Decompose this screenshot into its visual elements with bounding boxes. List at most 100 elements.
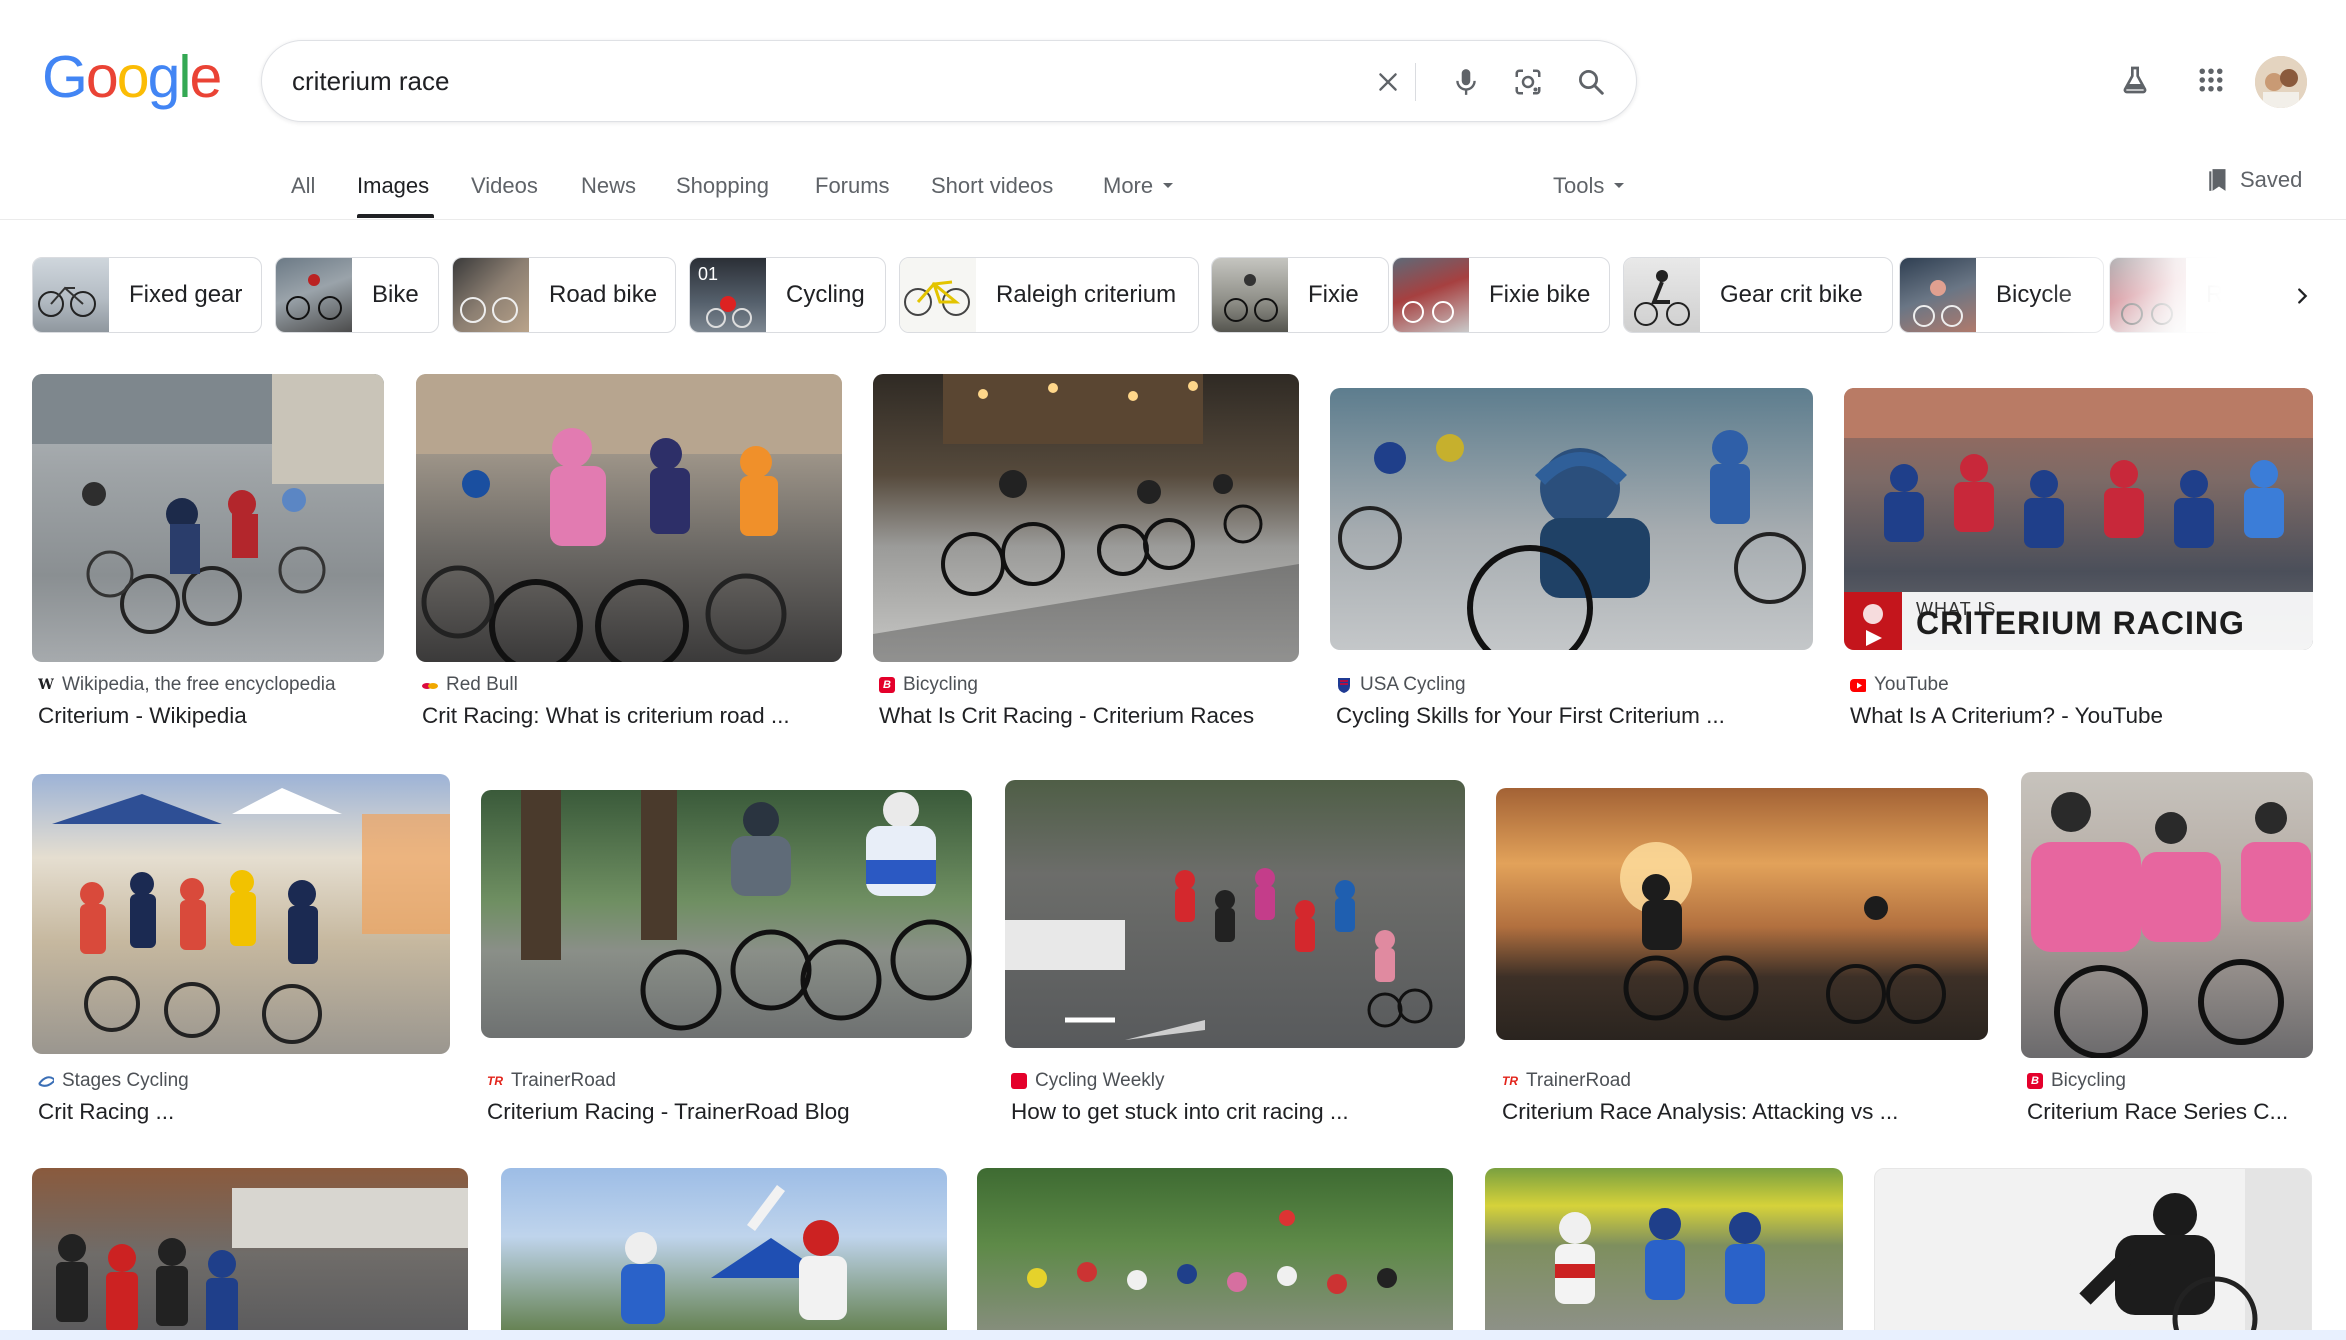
image-result[interactable] bbox=[1485, 1168, 1843, 1340]
image-result[interactable]: USA Cycling Cycling Skills for Your Firs… bbox=[1330, 374, 1813, 734]
chip-label: Fixie bike bbox=[1489, 281, 1591, 308]
bookmark-icon bbox=[2209, 169, 2226, 191]
tab-news[interactable]: News bbox=[581, 170, 636, 202]
source-name: Wikipedia, the free encyclopedia bbox=[62, 674, 336, 695]
chip-raleigh-criterium[interactable]: Raleigh criterium bbox=[899, 257, 1199, 333]
chip-thumbnail bbox=[1624, 258, 1700, 332]
image-result[interactable]: Cycling Weekly How to get stuck into cri… bbox=[1005, 772, 1465, 1134]
image-result[interactable] bbox=[1874, 1168, 2312, 1340]
image-result[interactable] bbox=[501, 1168, 947, 1340]
result-title[interactable]: Criterium - Wikipedia bbox=[38, 703, 384, 729]
result-image bbox=[32, 374, 384, 662]
result-title[interactable]: How to get stuck into crit racing ... bbox=[1011, 1099, 1465, 1125]
chip-label: Fixed gear bbox=[129, 281, 243, 308]
tab-short-videos[interactable]: Short videos bbox=[931, 170, 1053, 202]
result-image bbox=[1874, 1168, 2312, 1340]
google-logo[interactable]: Google bbox=[42, 44, 223, 110]
svg-text:01: 01 bbox=[698, 264, 718, 284]
chip-bicycle[interactable]: Bicycle bbox=[1899, 257, 2104, 333]
result-source: Cycling Weekly bbox=[1011, 1070, 1165, 1092]
logo-letter: l bbox=[178, 44, 191, 110]
logo-letter: g bbox=[147, 44, 181, 110]
logo-letter: e bbox=[189, 44, 223, 110]
image-result[interactable]: TR TrainerRoad Criterium Race Analysis: … bbox=[1496, 772, 1988, 1134]
tools-button[interactable]: Tools bbox=[1553, 170, 1625, 202]
chip-cycling[interactable]: 01 Cycling bbox=[689, 257, 886, 333]
tab-all[interactable]: All bbox=[291, 170, 315, 202]
source-name: USA Cycling bbox=[1360, 674, 1466, 695]
bicycling-favicon-icon: B bbox=[2027, 1073, 2043, 1089]
result-source: TR TrainerRoad bbox=[1502, 1070, 1631, 1092]
result-title[interactable]: Criterium Race Series C... bbox=[2027, 1099, 2307, 1125]
saved-label: Saved bbox=[2240, 167, 2303, 192]
image-result[interactable]: Stages Cycling Crit Racing ... bbox=[32, 772, 450, 1134]
source-name: Stages Cycling bbox=[62, 1070, 189, 1091]
image-result[interactable]: B Bicycling What Is Crit Racing - Criter… bbox=[873, 374, 1299, 734]
result-source: Stages Cycling bbox=[38, 1070, 189, 1092]
result-title[interactable]: What Is A Criterium? - YouTube bbox=[1850, 703, 2313, 729]
chip-road-racing[interactable]: Road r bbox=[2109, 257, 2309, 333]
chevron-down-icon bbox=[1614, 182, 1625, 188]
result-image: WHAT IS... CRITERIUM RACING bbox=[1844, 388, 2313, 650]
search-icon[interactable] bbox=[1570, 61, 1612, 103]
result-image bbox=[416, 374, 842, 662]
image-result[interactable]: B Bicycling Criterium Race Series C... bbox=[2021, 772, 2313, 1134]
result-image bbox=[32, 774, 450, 1054]
chip-thumbnail bbox=[1393, 258, 1469, 332]
apps-grid-icon[interactable] bbox=[2189, 58, 2233, 102]
avatar[interactable] bbox=[2255, 56, 2307, 108]
chip-thumbnail bbox=[453, 258, 529, 332]
chip-thumbnail bbox=[1900, 258, 1976, 332]
chip-gear-crit-bike[interactable]: Gear crit bike bbox=[1623, 257, 1893, 333]
tab-videos[interactable]: Videos bbox=[471, 170, 538, 202]
tab-forums[interactable]: Forums bbox=[815, 170, 890, 202]
chip-thumbnail bbox=[276, 258, 352, 332]
chip-road-bike[interactable]: Road bike bbox=[452, 257, 676, 333]
image-result[interactable]: W Wikipedia, the free encyclopedia Crite… bbox=[32, 374, 384, 734]
logo-letter: o bbox=[116, 44, 150, 110]
flask-icon[interactable] bbox=[2113, 58, 2157, 102]
result-title[interactable]: Criterium Race Analysis: Attacking vs ..… bbox=[1502, 1099, 1988, 1125]
search-input[interactable] bbox=[292, 59, 1292, 103]
result-title[interactable]: What Is Crit Racing - Criterium Races bbox=[879, 703, 1299, 729]
chevron-down-icon bbox=[1163, 182, 1174, 188]
result-image bbox=[1005, 780, 1465, 1048]
result-source: YouTube bbox=[1850, 674, 1949, 696]
close-icon[interactable] bbox=[1367, 61, 1409, 103]
result-image bbox=[501, 1168, 947, 1340]
result-image bbox=[977, 1168, 1453, 1340]
chevron-right-icon[interactable] bbox=[2286, 280, 2318, 312]
tab-more[interactable]: More bbox=[1103, 170, 1174, 202]
image-result[interactable] bbox=[32, 1168, 468, 1340]
result-source: W Wikipedia, the free encyclopedia bbox=[38, 674, 336, 696]
header-divider bbox=[0, 219, 2346, 220]
image-result[interactable]: Red Bull Crit Racing: What is criterium … bbox=[416, 374, 842, 734]
chip-fixie[interactable]: Fixie bbox=[1211, 257, 1389, 333]
result-image bbox=[481, 790, 972, 1038]
image-result[interactable]: TR TrainerRoad Criterium Racing - Traine… bbox=[481, 772, 972, 1134]
tab-images[interactable]: Images bbox=[357, 170, 429, 202]
wikipedia-favicon-icon: W bbox=[38, 677, 54, 693]
result-title[interactable]: Crit Racing: What is criterium road ... bbox=[422, 703, 842, 729]
chip-fixie-bike[interactable]: Fixie bike bbox=[1392, 257, 1610, 333]
lens-icon[interactable] bbox=[1507, 61, 1549, 103]
result-title[interactable]: Cycling Skills for Your First Criterium … bbox=[1336, 703, 1813, 729]
mic-icon[interactable] bbox=[1445, 61, 1487, 103]
image-result[interactable] bbox=[977, 1168, 1453, 1340]
chip-bike[interactable]: Bike bbox=[275, 257, 439, 333]
chip-label: Raleigh criterium bbox=[996, 281, 1177, 308]
saved-button[interactable]: Saved bbox=[2208, 164, 2302, 196]
search-bar bbox=[261, 40, 1637, 122]
source-name: TrainerRoad bbox=[511, 1070, 616, 1091]
channel-badge bbox=[1844, 592, 1902, 650]
result-title[interactable]: Crit Racing ... bbox=[38, 1099, 450, 1125]
source-name: Red Bull bbox=[446, 674, 518, 695]
source-name: Bicycling bbox=[903, 674, 978, 695]
result-title[interactable]: Criterium Racing - TrainerRoad Blog bbox=[487, 1099, 972, 1125]
trainerroad-favicon-icon: TR bbox=[487, 1074, 503, 1088]
chip-label: Road bike bbox=[549, 281, 658, 308]
chip-fixed-gear[interactable]: Fixed gear bbox=[32, 257, 262, 333]
tab-shopping[interactable]: Shopping bbox=[676, 170, 769, 202]
image-result[interactable]: WHAT IS... CRITERIUM RACING YouTube What… bbox=[1844, 374, 2313, 734]
result-image bbox=[2021, 772, 2313, 1058]
